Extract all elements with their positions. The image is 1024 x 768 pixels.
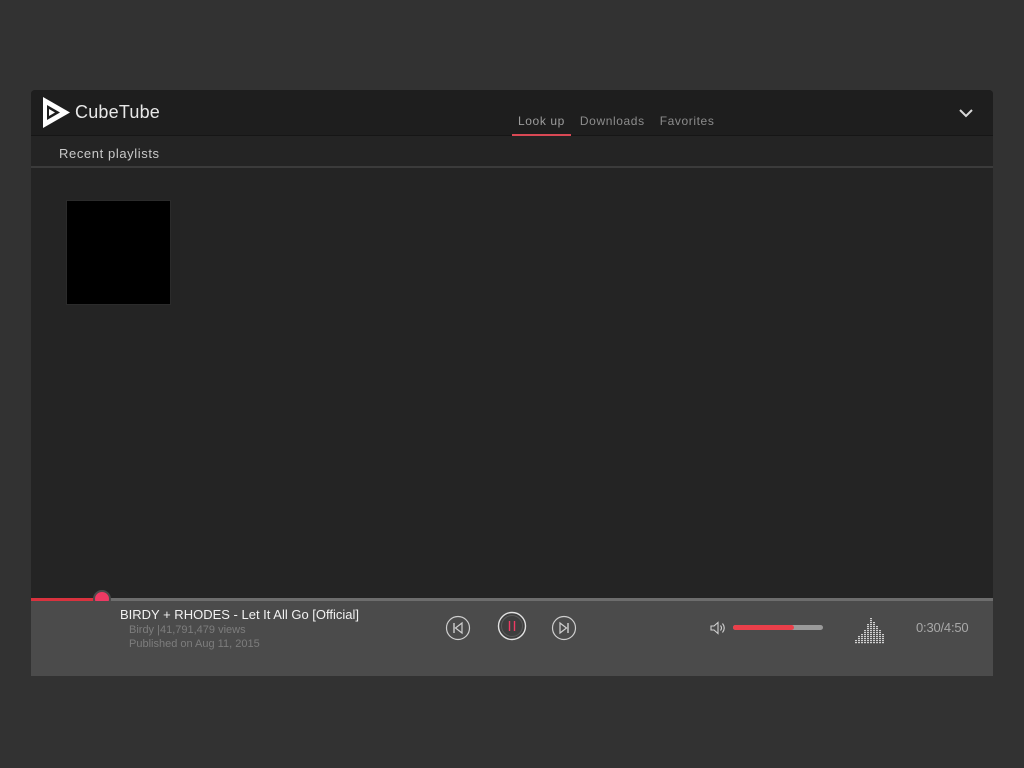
- cubetube-logo-icon: [42, 96, 72, 129]
- volume-slider[interactable]: [733, 625, 823, 630]
- app-window: CubeTube Look up Downloads Favorites Rec…: [31, 90, 993, 676]
- playlist-grid: [31, 168, 993, 600]
- skip-next-icon[interactable]: [551, 615, 577, 641]
- track-title: BIRDY + RHODES - Let It All Go [Official…: [120, 607, 360, 622]
- skip-previous-icon[interactable]: [445, 615, 471, 641]
- pause-icon[interactable]: [497, 611, 527, 641]
- track-published-date: Published on Aug 11, 2015: [129, 638, 260, 650]
- section-header: Recent playlists: [31, 136, 993, 168]
- tab-favorites[interactable]: Favorites: [654, 90, 721, 136]
- track-channel-views: Birdy |41,791,479 views: [129, 624, 246, 636]
- title-bar: CubeTube Look up Downloads Favorites: [31, 90, 993, 136]
- app-name: CubeTube: [75, 102, 160, 122]
- playback-time: 0:30/4:50: [916, 620, 969, 635]
- tab-look-up[interactable]: Look up: [512, 90, 571, 136]
- nav-tabs: Look up Downloads Favorites: [512, 90, 723, 136]
- equalizer-icon[interactable]: [854, 613, 886, 645]
- track-meta: Birdy |41,791,479 views Published on Aug…: [129, 623, 260, 651]
- section-title: Recent playlists: [59, 146, 160, 161]
- playlist-thumbnail[interactable]: [66, 200, 171, 305]
- volume-level: [733, 625, 795, 630]
- chevron-down-icon[interactable]: [957, 105, 975, 121]
- tab-downloads[interactable]: Downloads: [574, 90, 651, 136]
- volume-icon[interactable]: [710, 621, 728, 635]
- player-bar: BIRDY + RHODES - Let It All Go [Official…: [31, 601, 993, 676]
